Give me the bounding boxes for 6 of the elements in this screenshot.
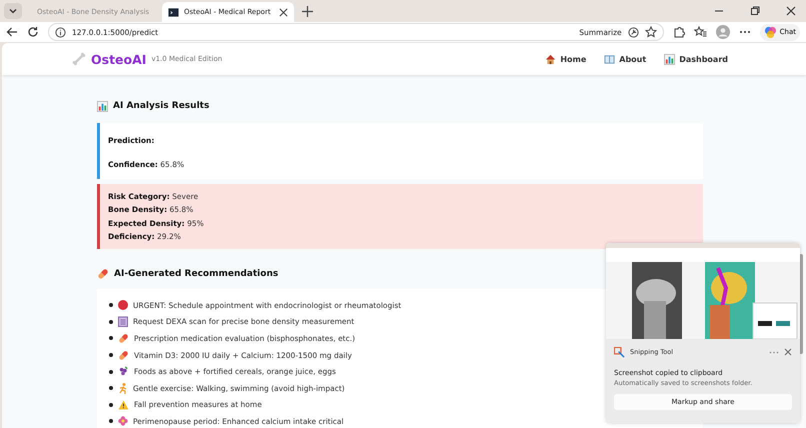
nav-link[interactable]: Home (545, 54, 586, 64)
section-title: AI Analysis Results (113, 101, 210, 111)
nav-link[interactable]: About (604, 54, 646, 64)
section-title: AI-Generated Recommendations (114, 269, 278, 279)
brand-name[interactable]: OsteoAI (91, 52, 146, 66)
nav-link[interactable]: Dashboard (664, 54, 728, 64)
